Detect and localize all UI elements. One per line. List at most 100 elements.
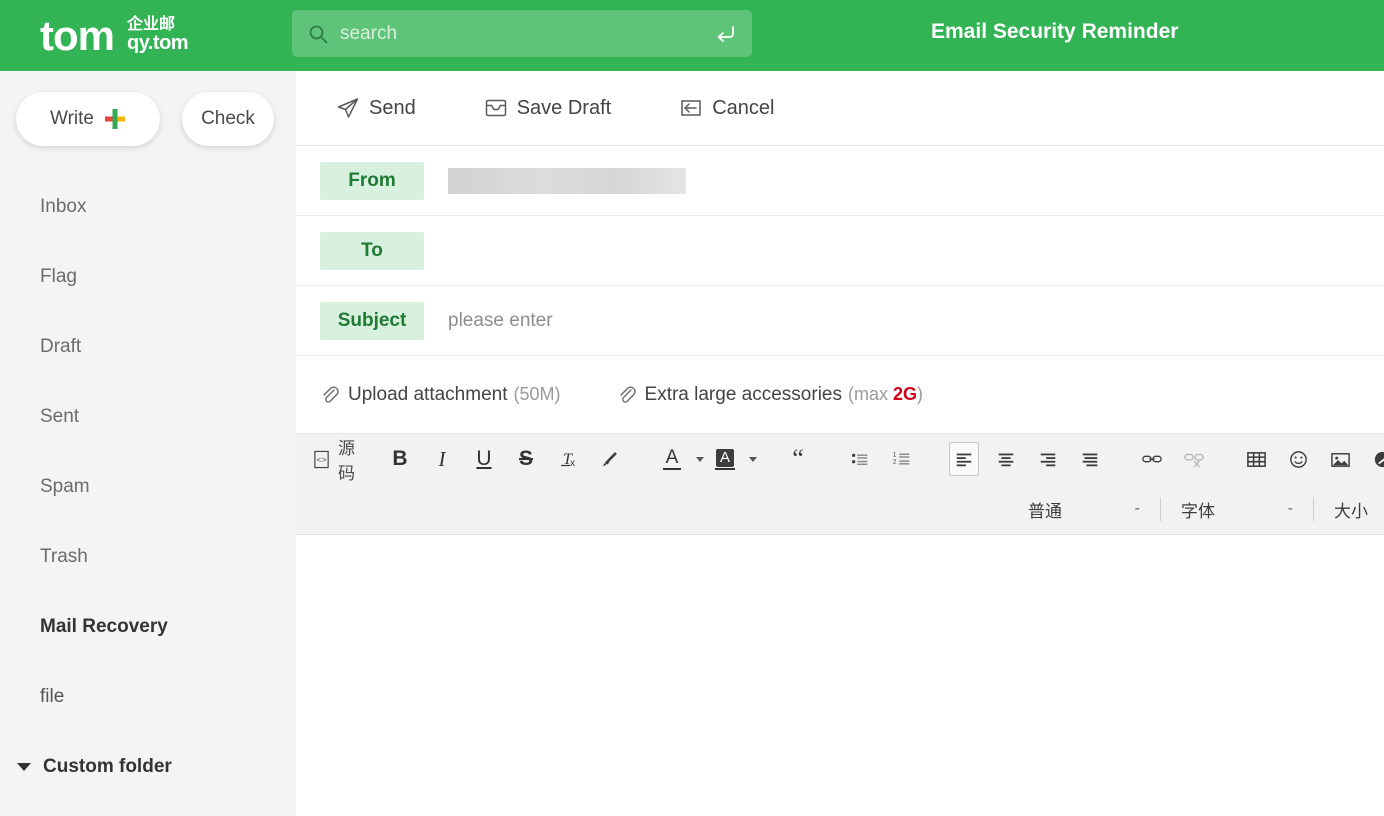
large-attachment-note: (max 2G)	[848, 384, 923, 405]
sidebar: Write Check Inbox Flag Draft Sent Spam T…	[0, 71, 296, 816]
upload-attachment-size: (50M)	[513, 384, 561, 404]
image-icon[interactable]	[1325, 442, 1355, 476]
emoji-icon[interactable]	[1283, 442, 1313, 476]
remove-format-button[interactable]: T x	[553, 442, 583, 476]
underline-button[interactable]: U	[469, 442, 499, 476]
compose-form: From To Subject Upload attachment (50M)	[296, 145, 1384, 797]
send-button[interactable]: Send	[336, 96, 416, 120]
svg-text:2: 2	[893, 459, 897, 466]
underline-label: U	[476, 447, 492, 470]
upload-attachment-button[interactable]: Upload attachment (50M)	[320, 384, 561, 406]
brand-name: tom	[40, 11, 115, 59]
strikethrough-button[interactable]: S	[511, 442, 541, 476]
text-color-caret-icon[interactable]	[696, 456, 704, 462]
large-attachment-note-prefix: (max	[847, 384, 893, 404]
brand-logo[interactable]: tom 企业邮 qy.tom	[40, 11, 189, 59]
bulleted-list-icon[interactable]	[845, 442, 875, 476]
subject-field-row: Subject	[296, 286, 1384, 356]
large-attachment-limit: 2G	[892, 384, 917, 404]
sidebar-item-sent[interactable]: Sent	[0, 382, 296, 452]
editor-toolbar-row-1: <> 源码 B I U S T x A A “ 1 2	[312, 434, 1384, 484]
editor-body[interactable]	[296, 535, 1384, 797]
toolbar-divider	[1313, 497, 1314, 521]
media-icon[interactable]	[1367, 442, 1384, 476]
chevron-down-icon: -	[1134, 500, 1140, 517]
font-family-select[interactable]: 字体 -	[1171, 492, 1303, 526]
sidebar-item-mail-recovery[interactable]: Mail Recovery	[0, 592, 296, 662]
large-attachment-button[interactable]: Extra large accessories (max 2G)	[617, 384, 923, 406]
sidebar-item-custom-folder[interactable]: Custom folder	[0, 732, 296, 802]
paperclip-icon	[320, 385, 339, 404]
chevron-down-icon[interactable]	[17, 763, 31, 771]
sidebar-item-label: Custom folder	[43, 756, 172, 777]
sidebar-item-label: Spam	[40, 476, 90, 497]
check-button[interactable]: Check	[182, 92, 274, 146]
from-value-redacted	[448, 167, 686, 194]
subject-label: Subject	[320, 301, 424, 340]
to-label: To	[320, 231, 424, 270]
sidebar-item-label: Flag	[40, 266, 77, 287]
cancel-button-label: Cancel	[712, 96, 775, 119]
background-color-button[interactable]: A	[710, 442, 740, 476]
editor-toolbar-row-2: 普通 - 字体 - 大小	[312, 484, 1384, 534]
background-color-letter: A	[715, 448, 734, 467]
link-icon[interactable]	[1137, 442, 1167, 476]
text-color-button[interactable]: A	[657, 442, 687, 476]
back-arrow-icon	[679, 96, 703, 120]
paperclip-icon	[617, 385, 636, 404]
chevron-down-icon: -	[1287, 500, 1293, 517]
brand-cn-top: 企业邮	[127, 15, 176, 33]
sidebar-item-label: Mail Recovery	[40, 616, 168, 637]
paragraph-format-select[interactable]: 普通 -	[1018, 492, 1150, 526]
inbox-tray-icon	[484, 96, 508, 120]
table-icon[interactable]	[1241, 442, 1271, 476]
numbered-list-icon[interactable]: 1 2	[887, 442, 917, 476]
svg-text:<>: <>	[316, 455, 326, 465]
brand-subtitle: 企业邮 qy.tom	[127, 15, 189, 55]
from-label: From	[320, 161, 424, 200]
check-button-label: Check	[201, 108, 255, 129]
align-center-icon[interactable]	[991, 442, 1021, 476]
italic-button[interactable]: I	[427, 442, 457, 476]
align-right-icon[interactable]	[1033, 442, 1063, 476]
attachment-bar: Upload attachment (50M) Extra large acce…	[296, 356, 1384, 434]
sidebar-item-inbox[interactable]: Inbox	[0, 172, 296, 242]
align-justify-icon[interactable]	[1075, 442, 1105, 476]
font-size-select[interactable]: 大小	[1324, 492, 1384, 526]
upload-attachment-label: Upload attachment	[348, 383, 508, 405]
enter-return-icon[interactable]	[714, 23, 736, 45]
background-color-caret-icon[interactable]	[749, 456, 757, 462]
sidebar-item-flag[interactable]: Flag	[0, 242, 296, 312]
subject-input[interactable]	[448, 309, 1384, 332]
svg-text:x: x	[570, 458, 575, 469]
sidebar-item-file[interactable]: file	[0, 662, 296, 732]
source-code-label: 源码	[338, 439, 355, 483]
compose-action-bar: Send Save Draft Cancel	[296, 71, 1384, 145]
save-draft-button[interactable]: Save Draft	[484, 96, 611, 120]
page-title: Email Security Reminder	[931, 20, 1179, 43]
sidebar-item-label: Draft	[40, 336, 82, 357]
large-attachment-label: Extra large accessories	[644, 383, 842, 405]
source-code-button[interactable]: <> 源码	[312, 434, 355, 484]
align-left-icon[interactable]	[949, 442, 979, 476]
write-button[interactable]: Write	[16, 92, 160, 146]
write-button-label: Write	[50, 108, 94, 129]
brush-icon[interactable]	[595, 442, 625, 476]
cancel-button[interactable]: Cancel	[679, 96, 774, 120]
save-draft-button-label: Save Draft	[516, 96, 612, 119]
bold-button[interactable]: B	[385, 442, 415, 476]
search-bar[interactable]	[292, 10, 752, 57]
send-button-label: Send	[369, 96, 416, 119]
to-input[interactable]	[448, 239, 1384, 262]
sidebar-item-label: Trash	[40, 546, 88, 567]
sidebar-item-trash[interactable]: Trash	[0, 522, 296, 592]
compose-panel: Send Save Draft Cancel From To Subject p…	[296, 71, 1384, 816]
search-input[interactable]	[340, 22, 714, 45]
sidebar-item-spam[interactable]: Spam	[0, 452, 296, 522]
blockquote-button[interactable]: “	[783, 442, 813, 476]
sidebar-item-draft[interactable]: Draft	[0, 312, 296, 382]
font-family-value: 字体	[1181, 501, 1215, 521]
app-header: tom 企业邮 qy.tom Email Security Reminder	[0, 0, 1384, 71]
paragraph-format-value: 普通	[1028, 501, 1062, 521]
source-code-icon: <>	[312, 450, 331, 469]
